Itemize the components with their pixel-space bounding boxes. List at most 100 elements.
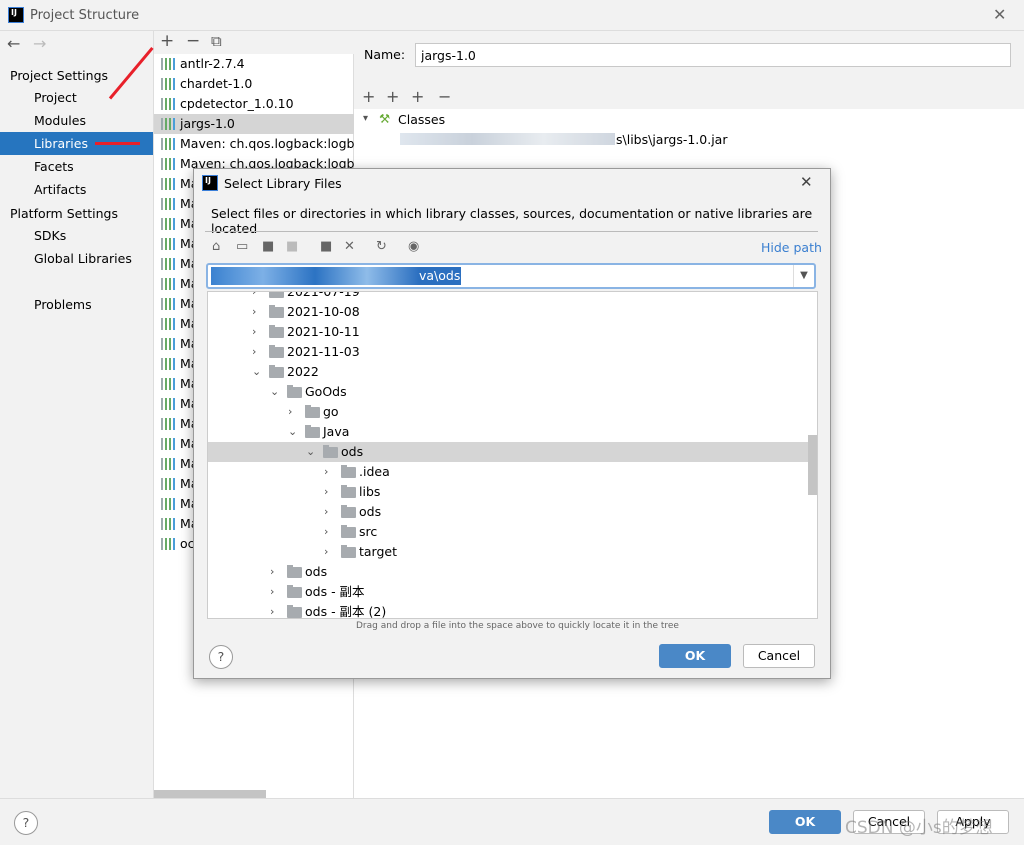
chevron-right-icon[interactable]: ›	[288, 402, 298, 422]
tree-node[interactable]: › ods	[208, 502, 808, 522]
library-icon	[161, 398, 175, 410]
sidebar-item-artifacts[interactable]: Artifacts	[0, 178, 153, 201]
path-input[interactable]: va\ods	[419, 267, 462, 285]
folder-icon	[305, 425, 320, 438]
tree-node[interactable]: › 2021-07-19	[208, 292, 808, 302]
chevron-right-icon[interactable]: ›	[270, 602, 280, 618]
sidebar-item-modules[interactable]: Modules	[0, 109, 153, 132]
chevron-right-icon[interactable]: ›	[270, 582, 280, 602]
library-item[interactable]: antlr-2.7.4	[154, 54, 354, 74]
sidebar-item-global-libraries[interactable]: Global Libraries	[0, 247, 153, 270]
chevron-right-icon[interactable]: ›	[324, 462, 334, 482]
chevron-down-icon[interactable]: ▾	[363, 113, 368, 124]
chevron-down-icon[interactable]: ⌄	[252, 362, 262, 382]
add-library-icon[interactable]: +	[160, 31, 174, 51]
library-icon	[161, 278, 175, 290]
add-library-root-icon[interactable]: +	[411, 87, 424, 106]
horizontal-scrollbar[interactable]	[154, 790, 266, 798]
module-folder-icon[interactable]: ■	[286, 239, 298, 254]
close-icon[interactable]: ✕	[993, 5, 1006, 24]
chevron-right-icon[interactable]: ›	[270, 562, 280, 582]
folder-icon	[341, 485, 356, 498]
redacted-path-prefix	[211, 267, 419, 285]
add-jar-icon[interactable]: +	[386, 87, 399, 106]
help-button[interactable]: ?	[14, 811, 38, 835]
file-tree[interactable]: › 2021-07-19 › 2021-10-08 › 2021-10-11 › 2021-1…	[207, 291, 818, 619]
vertical-scrollbar[interactable]	[808, 435, 817, 495]
library-item[interactable]: jargs-1.0	[154, 114, 354, 134]
chevron-right-icon[interactable]: ›	[324, 542, 334, 562]
project-folder-icon[interactable]: ■	[262, 239, 274, 254]
copy-library-icon[interactable]: ⧉	[211, 32, 222, 50]
window-title: Project Structure	[30, 8, 140, 23]
new-folder-icon[interactable]: ■	[320, 239, 332, 254]
library-item[interactable]: Maven: ch.qos.logback:logback	[154, 134, 354, 154]
library-icon	[161, 118, 175, 130]
library-toolbar: + − ⧉	[154, 31, 354, 54]
dialog-cancel-button[interactable]: Cancel	[743, 644, 815, 668]
tree-node[interactable]: › .idea	[208, 462, 808, 482]
hide-path-link[interactable]: Hide path	[761, 240, 822, 255]
classes-node[interactable]: Classes	[398, 112, 445, 127]
dialog-ok-button[interactable]: OK	[659, 644, 731, 668]
ok-button[interactable]: OK	[769, 810, 841, 834]
forward-icon[interactable]: →	[33, 34, 46, 53]
refresh-icon[interactable]: ↻	[376, 239, 387, 254]
add-classes-icon[interactable]: +	[362, 87, 375, 106]
dialog-help-button[interactable]: ?	[209, 645, 233, 669]
desktop-icon[interactable]: ▭	[236, 239, 248, 254]
sidebar-item-sdks[interactable]: SDKs	[0, 224, 153, 247]
tree-node[interactable]: › ods	[208, 562, 808, 582]
library-name-input[interactable]	[415, 43, 1011, 67]
tree-node[interactable]: › target	[208, 542, 808, 562]
tree-node-label: 2021-11-03	[287, 344, 360, 359]
path-combobox[interactable]: va\ods ▼	[206, 263, 816, 289]
tree-node[interactable]: ⌄ Java	[208, 422, 808, 442]
tree-node[interactable]: ⌄ 2022	[208, 362, 808, 382]
tree-node[interactable]: ⌄ GoOds	[208, 382, 808, 402]
tree-node[interactable]: › 2021-10-11	[208, 322, 808, 342]
library-icon	[161, 138, 175, 150]
remove-root-icon[interactable]: −	[438, 87, 451, 106]
chevron-down-icon[interactable]: ⌄	[270, 382, 280, 402]
chevron-down-icon[interactable]: ⌄	[288, 422, 298, 442]
section-project-settings: Project Settings	[10, 68, 109, 83]
sidebar-item-problems[interactable]: Problems	[0, 293, 153, 316]
chevron-right-icon[interactable]: ›	[252, 302, 262, 322]
chevron-right-icon[interactable]: ›	[324, 482, 334, 502]
chevron-right-icon[interactable]: ›	[252, 292, 262, 302]
jar-path[interactable]: s\libs\jargs-1.0.jar	[616, 132, 727, 147]
tree-node[interactable]: › go	[208, 402, 808, 422]
sidebar-item-facets[interactable]: Facets	[0, 155, 153, 178]
tree-node[interactable]: › libs	[208, 482, 808, 502]
library-item[interactable]: cpdetector_1.0.10	[154, 94, 354, 114]
intellij-logo-icon: IJ	[8, 7, 24, 23]
library-item[interactable]: chardet-1.0	[154, 74, 354, 94]
chevron-right-icon[interactable]: ›	[324, 522, 334, 542]
chevron-right-icon[interactable]: ›	[252, 342, 262, 362]
dialog-close-icon[interactable]: ✕	[800, 173, 813, 191]
delete-icon[interactable]: ✕	[344, 239, 355, 254]
dropdown-arrow-icon[interactable]: ▼	[793, 265, 814, 287]
tree-node[interactable]: › src	[208, 522, 808, 542]
chevron-right-icon[interactable]: ›	[252, 322, 262, 342]
remove-library-icon[interactable]: −	[186, 31, 200, 51]
back-icon[interactable]: ←	[7, 34, 20, 53]
tree-node-label: ods	[305, 564, 328, 579]
chevron-down-icon[interactable]: ⌄	[306, 442, 316, 462]
tree-node[interactable]: › 2021-11-03	[208, 342, 808, 362]
library-icon	[161, 338, 175, 350]
tree-node[interactable]: › 2021-10-08	[208, 302, 808, 322]
folder-icon	[287, 585, 302, 598]
show-hidden-icon[interactable]: ◉	[408, 239, 419, 254]
tree-node[interactable]: ⌄ ods	[208, 442, 808, 462]
chevron-right-icon[interactable]: ›	[324, 502, 334, 522]
name-label: Name:	[364, 47, 406, 62]
tree-node[interactable]: › ods - 副本 (2)	[208, 602, 808, 618]
tree-node-label: GoOds	[305, 384, 347, 399]
tree-node[interactable]: › ods - 副本	[208, 582, 808, 602]
home-icon[interactable]: ⌂	[212, 239, 220, 254]
sidebar-item-project[interactable]: Project	[0, 86, 153, 109]
folder-icon	[341, 525, 356, 538]
library-icon	[161, 78, 175, 90]
